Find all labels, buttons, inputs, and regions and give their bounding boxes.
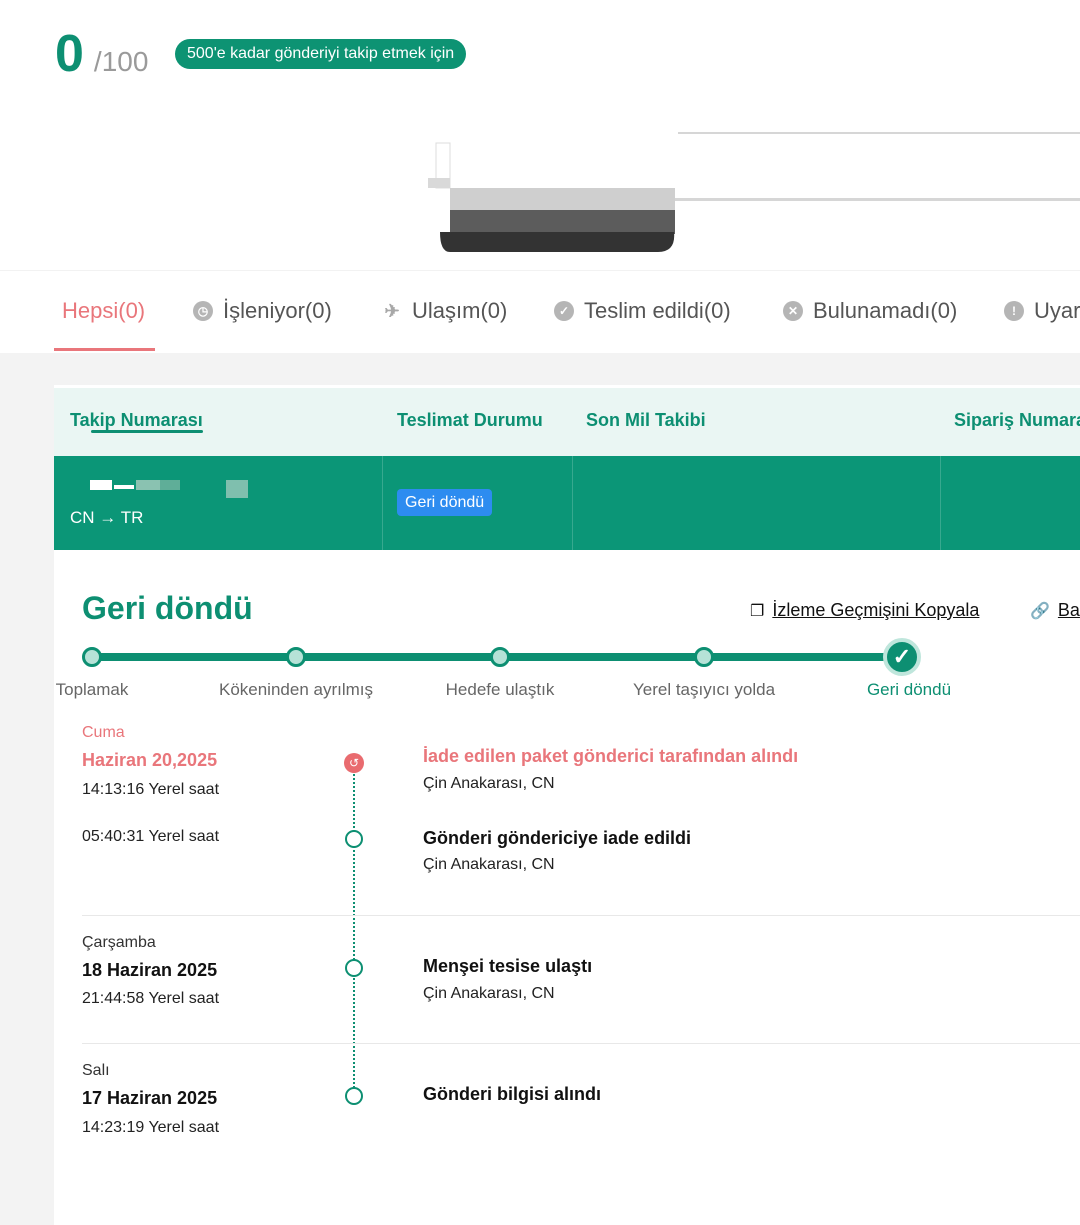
- cloud-icon: [345, 830, 363, 848]
- event-day: Cuma: [82, 724, 125, 741]
- event-day: Salı: [82, 1062, 110, 1079]
- copy-icon: ❐: [750, 602, 765, 620]
- status-tabs: Hepsi(0) ◷ İşleniyor(0) ✈ Ulaşım(0) ✓ Te…: [0, 270, 1080, 354]
- share-link-label: Ba: [1057, 600, 1080, 620]
- event-date: 18 Haziran 2025: [82, 960, 218, 980]
- tab-all-label: Hepsi(0): [62, 298, 146, 323]
- check-circle-icon: ✓: [554, 301, 574, 321]
- step-label-arrived: Hedefe ulaştık: [445, 680, 555, 699]
- x-circle-icon: ✕: [783, 301, 803, 321]
- step-node-departed: [286, 647, 306, 667]
- quota-counter: 0 /100: [55, 28, 148, 80]
- event-title: Menşei tesise ulaştı: [423, 956, 593, 976]
- cloud-icon: [345, 959, 363, 977]
- share-link-button[interactable]: 🔗 Ba: [1030, 600, 1080, 621]
- tab-not-found-label: Bulunamadı(0): [813, 298, 958, 323]
- copy-history-label: İzleme Geçmişini Kopyala: [772, 600, 980, 620]
- tab-processing-label: İşleniyor(0): [223, 298, 332, 323]
- link-icon: 🔗: [1030, 602, 1050, 620]
- event-time: 21:44:58 Yerel saat: [82, 990, 220, 1007]
- tab-not-found[interactable]: ✕ Bulunamadı(0): [783, 271, 957, 351]
- tab-all[interactable]: Hepsi(0): [62, 271, 145, 351]
- cloud-icon: [345, 1087, 363, 1105]
- step-node-arrived: [490, 647, 510, 667]
- event-day: Çarşamba: [82, 934, 156, 951]
- day-divider: [82, 1043, 1080, 1044]
- event-time: 05:40:31 Yerel saat: [82, 828, 220, 845]
- column-separator: [382, 456, 383, 550]
- event-date: Haziran 20,2025: [82, 750, 218, 770]
- event-location: Çin Anakarası, CN: [423, 856, 555, 873]
- step-node-collect: [82, 647, 102, 667]
- col-tracking-number[interactable]: Takip Numarası: [70, 410, 203, 431]
- col-last-mile[interactable]: Son Mil Takibi: [586, 410, 706, 431]
- quota-count: 0: [55, 25, 84, 83]
- step-label-departed: Kökeninden ayrılmış: [218, 680, 374, 699]
- step-label-local-carrier: Yerel taşıyıcı yolda: [632, 680, 776, 699]
- redacted-illustration: [428, 132, 1080, 252]
- active-tab-indicator: [54, 348, 155, 351]
- column-separator: [572, 456, 573, 550]
- col-order-number[interactable]: Sipariş Numara: [954, 410, 1080, 431]
- tab-processing[interactable]: ◷ İşleniyor(0): [193, 271, 332, 351]
- table-header: Takip Numarası Teslimat Durumu Son Mil T…: [54, 388, 1080, 456]
- event-time: 14:13:16 Yerel saat: [82, 781, 220, 798]
- tab-in-transit[interactable]: ✈ Ulaşım(0): [382, 271, 507, 351]
- event-title: Gönderi göndericiye iade edildi: [423, 828, 692, 848]
- warning-icon: !: [1004, 301, 1024, 321]
- route: CN → TR: [70, 508, 144, 527]
- event-location: Çin Anakarası, CN: [423, 985, 555, 1002]
- step-label-collect: Toplamak: [55, 680, 129, 699]
- event-title: Gönderi bilgisi alındı: [423, 1084, 602, 1104]
- detail-status-title: Geri döndü: [82, 590, 253, 626]
- clock-icon: ◷: [193, 301, 213, 321]
- quota-max: /100: [93, 46, 149, 77]
- event-location: Çin Anakarası, CN: [423, 775, 555, 792]
- column-separator: [940, 456, 941, 550]
- tab-delivered-label: Teslim edildi(0): [584, 298, 731, 323]
- step-node-returned: ✓: [883, 638, 921, 676]
- return-icon: ↺: [344, 753, 364, 773]
- step-label-returned: Geri döndü: [866, 680, 952, 699]
- day-divider: [82, 915, 1080, 916]
- tab-delivered[interactable]: ✓ Teslim edildi(0): [554, 271, 731, 351]
- tab-in-transit-label: Ulaşım(0): [412, 298, 508, 323]
- sort-indicator: [91, 430, 203, 433]
- copy-history-button[interactable]: ❐ İzleme Geçmişini Kopyala: [750, 600, 979, 621]
- status-badge: Geri döndü: [397, 489, 493, 516]
- col-delivery-status[interactable]: Teslimat Durumu: [397, 410, 543, 431]
- plane-icon: ✈: [384, 300, 400, 321]
- event-title: İade edilen paket gönderici tarafından a…: [423, 746, 799, 766]
- upgrade-badge[interactable]: 500'e kadar gönderiyi takip etmek için: [175, 39, 467, 69]
- table-row[interactable]: CN → TR Geri döndü: [54, 456, 1080, 550]
- timeline-line: [353, 770, 355, 1096]
- step-node-local-carrier: [694, 647, 714, 667]
- tab-warning[interactable]: ! Uyar: [1004, 271, 1080, 351]
- event-date: 17 Haziran 2025: [82, 1088, 218, 1108]
- redacted-tracking-number: [90, 480, 248, 498]
- tab-warning-label: Uyar: [1034, 298, 1080, 323]
- event-time: 14:23:19 Yerel saat: [82, 1119, 220, 1136]
